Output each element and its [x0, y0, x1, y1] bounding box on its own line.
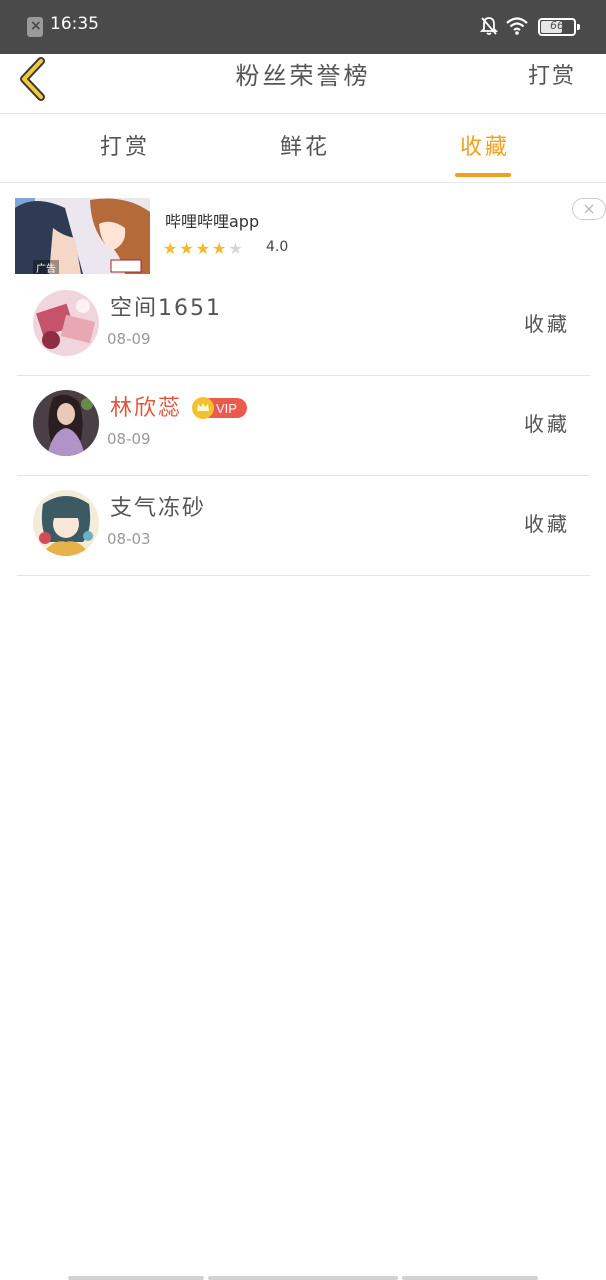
- fan-action: 收藏: [524, 412, 570, 436]
- fan-name: 空间1651: [110, 296, 222, 321]
- fan-name: 支气冻砂: [110, 496, 207, 521]
- rating-stars: ★★★★★: [163, 239, 245, 258]
- tab-favorites[interactable]: 收藏: [460, 129, 510, 161]
- star-icon: ★: [195, 239, 213, 258]
- fan-name: 林欣蕊: [110, 396, 183, 421]
- svg-text:VIP: VIP: [216, 401, 237, 416]
- ad-tag: 广告: [33, 260, 59, 274]
- close-icon[interactable]: ×: [572, 198, 606, 220]
- star-icon: ★: [163, 239, 180, 258]
- page-title: 粉丝荣誉榜: [235, 62, 371, 90]
- active-tab-indicator: [455, 173, 511, 177]
- battery-text: 66: [550, 19, 564, 32]
- avatar: [33, 290, 99, 356]
- nav-hint-left: [68, 1276, 204, 1280]
- star-icon: ★: [179, 239, 196, 258]
- list-item[interactable]: 支气冻砂 08-03 收藏: [17, 476, 590, 576]
- fan-action: 收藏: [524, 312, 570, 336]
- fan-date: 08-03: [107, 530, 151, 548]
- ad-rating: 4.0: [266, 239, 289, 255]
- header: 粉丝荣誉榜 打赏: [0, 54, 606, 114]
- list-item[interactable]: 林欣蕊 08-09 收藏: [17, 376, 590, 476]
- nav-hint-center: [208, 1276, 398, 1280]
- fan-date: 08-09: [107, 330, 151, 348]
- vip-badge: VIP: [192, 397, 247, 419]
- wifi-icon: [506, 17, 528, 35]
- fan-date: 08-09: [107, 430, 151, 448]
- list-item[interactable]: 空间1651 08-09 收藏: [17, 276, 590, 376]
- ad-title[interactable]: 哔哩哔哩app: [165, 208, 259, 232]
- status-time: 16:35: [50, 14, 99, 34]
- avatar: [33, 390, 99, 456]
- nav-hint-right: [402, 1276, 538, 1280]
- tab-flowers[interactable]: 鲜花: [280, 129, 330, 161]
- tab-reward[interactable]: 打赏: [100, 129, 150, 161]
- battery-icon: 66: [538, 18, 580, 36]
- bell-off-icon: [480, 17, 498, 35]
- fan-action: 收藏: [524, 512, 570, 536]
- ad-image[interactable]: 广告: [15, 198, 150, 274]
- status-bar: 16:35 66: [0, 0, 606, 54]
- star-icon: ★: [212, 239, 229, 258]
- reward-button[interactable]: 打赏: [528, 58, 576, 90]
- fan-list: 空间1651 08-09 收藏 林欣蕊 08-09 收藏 支气冻砂 08-03 …: [17, 276, 590, 576]
- star-icon: ★: [228, 239, 245, 258]
- ad-banner[interactable]: 广告 哔哩哔哩app ★★★★★ 4.0: [0, 184, 606, 276]
- tab-bar: 打赏 鲜花 收藏: [0, 115, 606, 183]
- sim-error-icon: [27, 17, 43, 37]
- avatar: [33, 490, 99, 556]
